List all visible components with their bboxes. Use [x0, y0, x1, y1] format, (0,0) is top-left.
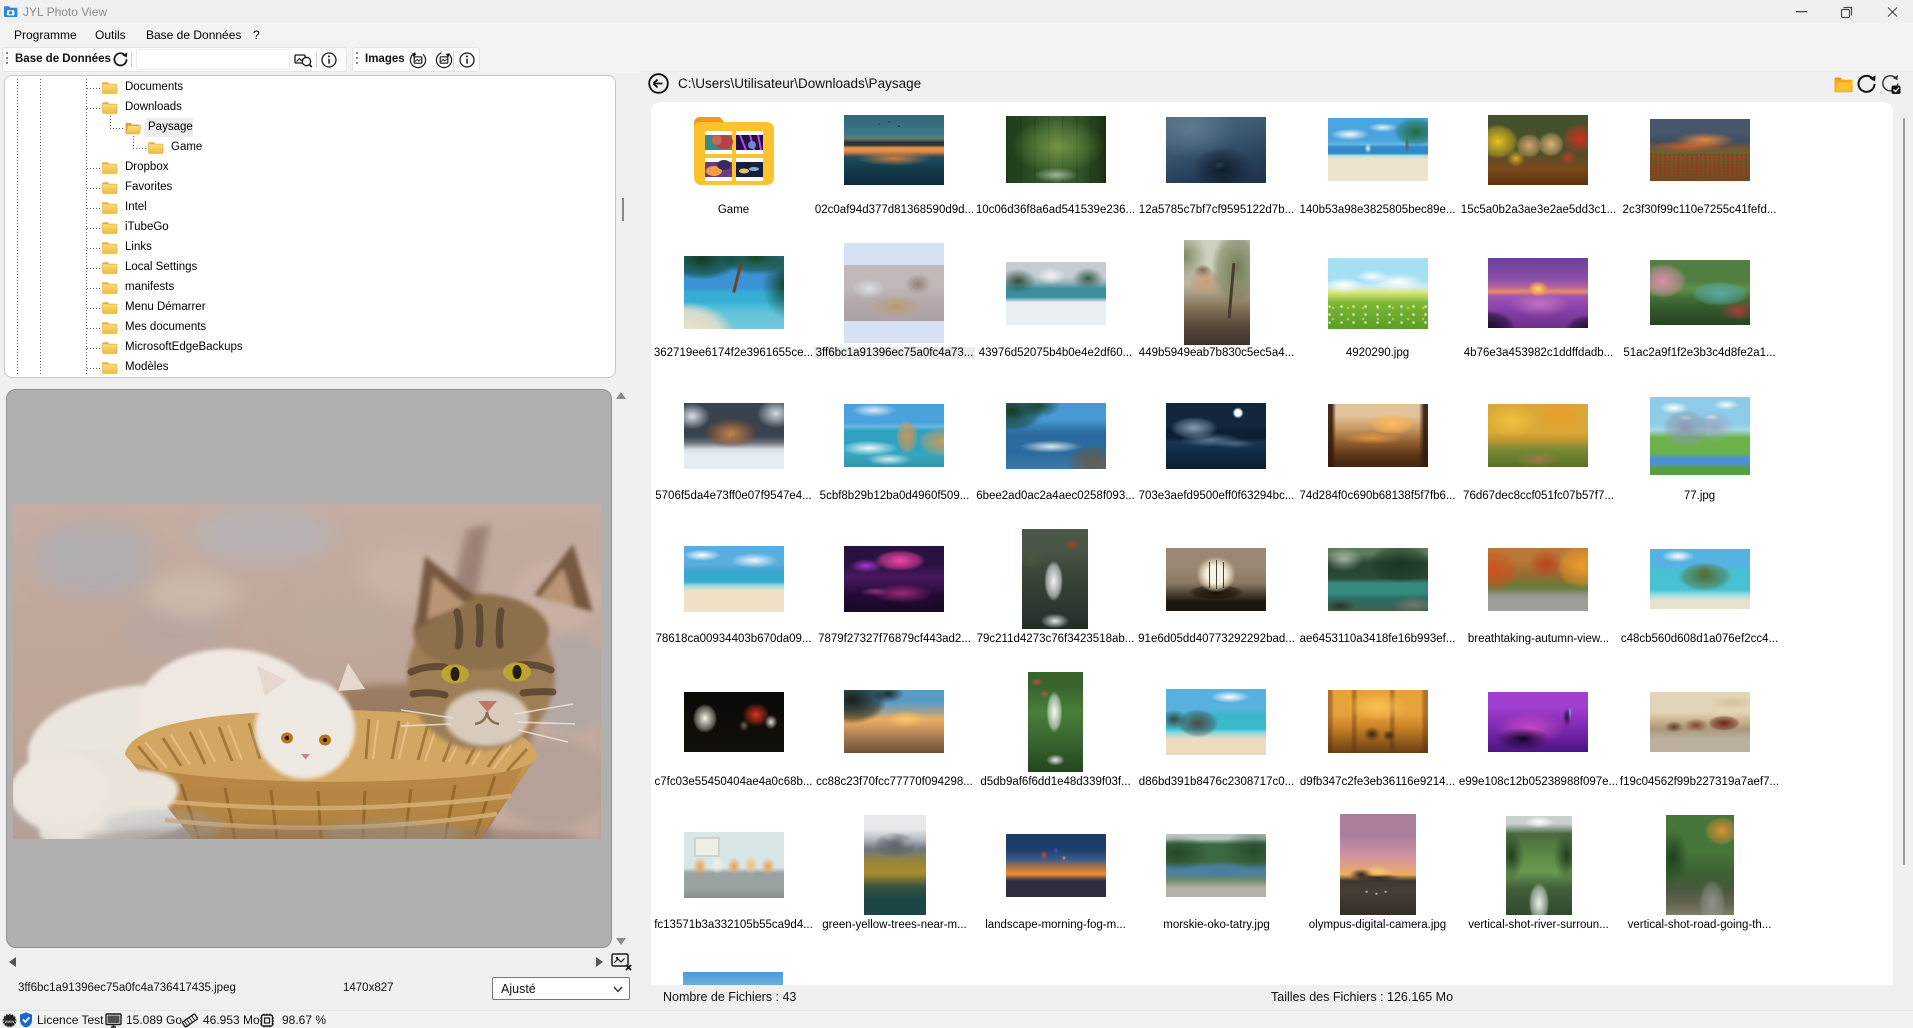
svg-text:www: www: [5, 1019, 15, 1024]
